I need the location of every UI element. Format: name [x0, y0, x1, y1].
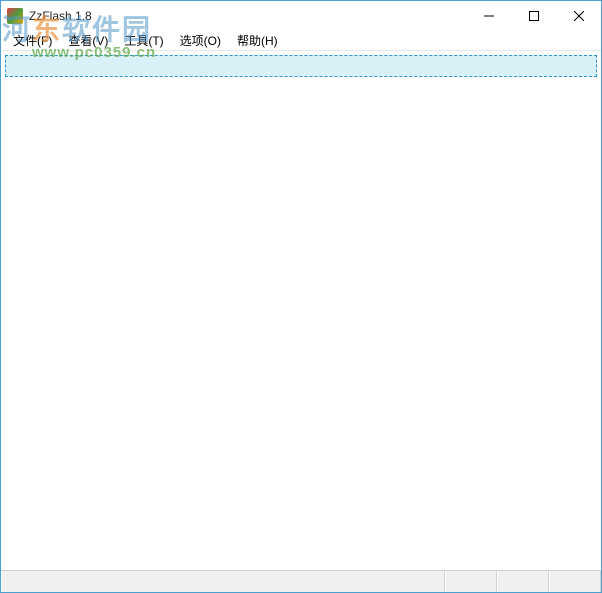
statusbar: [1, 570, 601, 592]
content-area[interactable]: [1, 51, 601, 570]
status-pane-1: [445, 571, 497, 592]
app-icon: [7, 8, 23, 24]
titlebar[interactable]: ZzFlash 1.8: [1, 1, 601, 31]
window-title: ZzFlash 1.8: [29, 9, 466, 23]
close-button[interactable]: [556, 1, 601, 30]
maximize-icon: [529, 11, 539, 21]
menu-options[interactable]: 选项(O): [172, 30, 229, 51]
window-controls: [466, 1, 601, 31]
status-pane-3: [549, 571, 601, 592]
minimize-icon: [484, 11, 494, 21]
close-icon: [574, 11, 584, 21]
menu-help[interactable]: 帮助(H): [229, 30, 286, 51]
menu-view[interactable]: 查看(V): [60, 30, 116, 51]
status-pane-2: [497, 571, 549, 592]
maximize-button[interactable]: [511, 1, 556, 30]
status-pane-main: [1, 571, 445, 592]
app-window: ZzFlash 1.8 文件(F) 查看(V) 工具(T) 选项(O) 帮助(H…: [0, 0, 602, 593]
menubar: 文件(F) 查看(V) 工具(T) 选项(O) 帮助(H): [1, 31, 601, 51]
menu-file[interactable]: 文件(F): [5, 30, 60, 51]
minimize-button[interactable]: [466, 1, 511, 30]
list-selection[interactable]: [5, 55, 597, 77]
menu-tools[interactable]: 工具(T): [116, 30, 171, 51]
